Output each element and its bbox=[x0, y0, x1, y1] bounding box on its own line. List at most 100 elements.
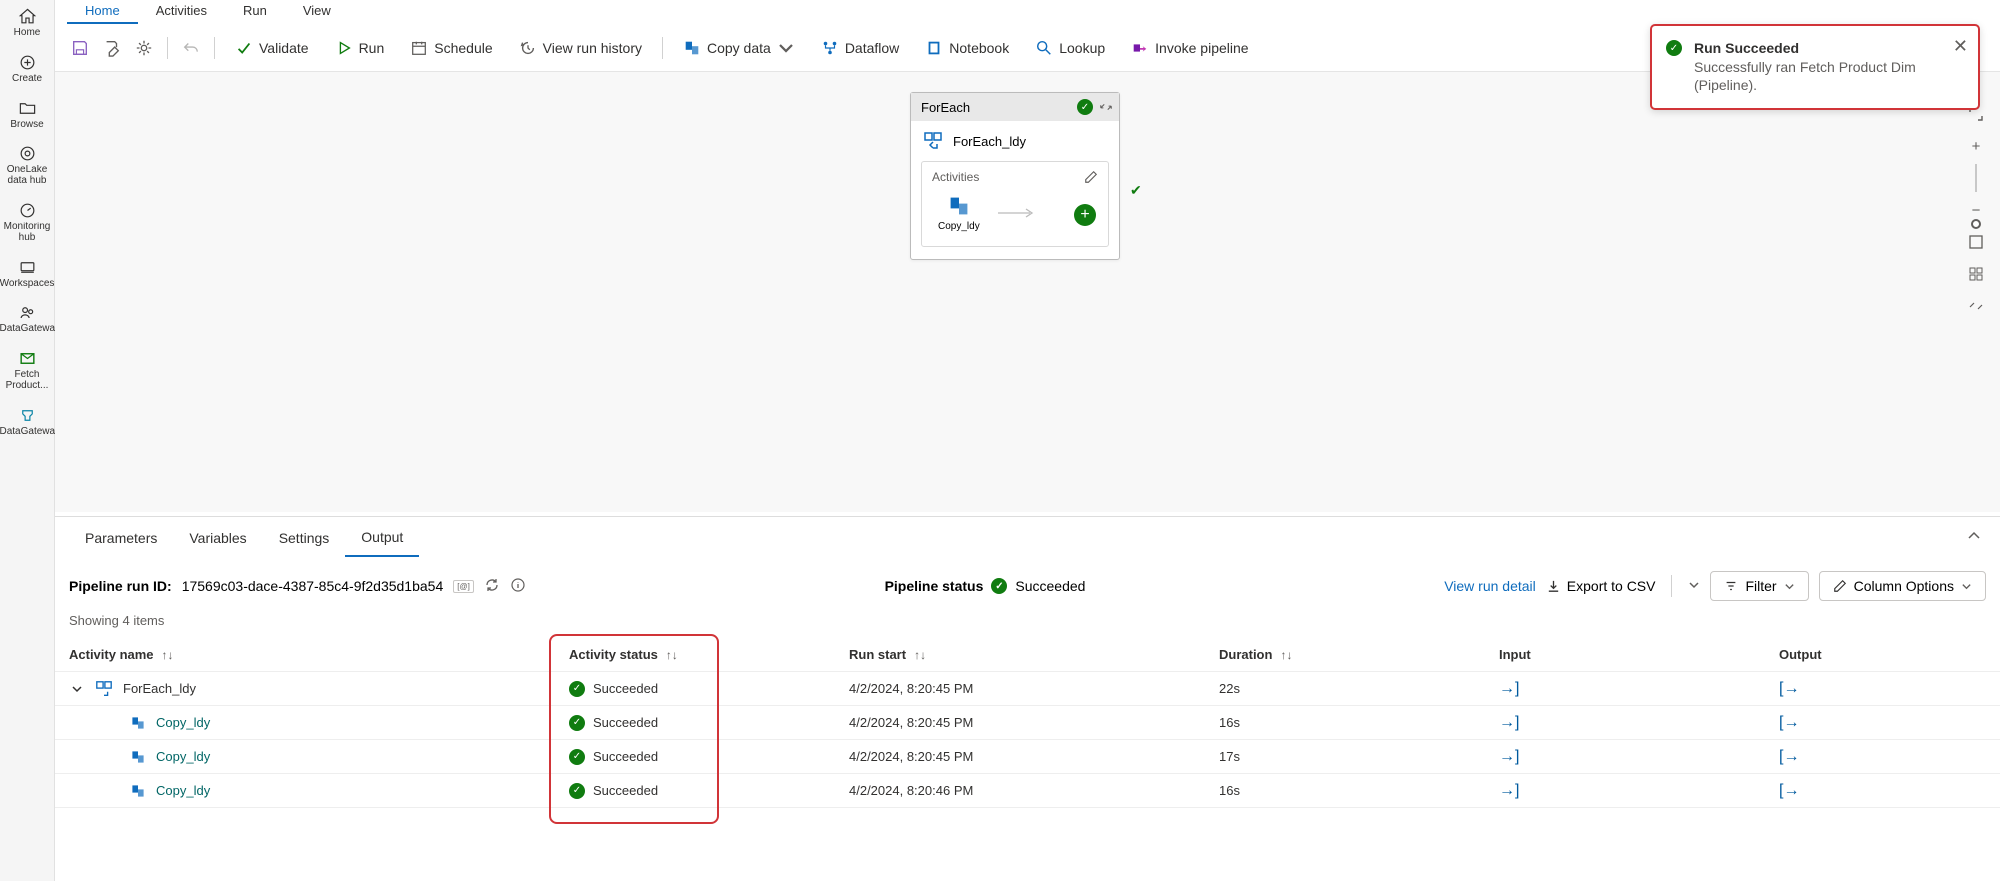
cell-input[interactable]: →] bbox=[1499, 680, 1779, 698]
input-arrow-icon: →] bbox=[1499, 782, 1519, 799]
nav-lakehouse-item[interactable]: DataGatewayLH bbox=[0, 399, 54, 445]
copy-id-button[interactable]: [@] bbox=[453, 580, 474, 593]
cell-run-start: 4/2/2024, 8:20:45 PM bbox=[849, 749, 1219, 764]
info-button[interactable] bbox=[510, 577, 526, 596]
undo-button[interactable] bbox=[176, 33, 206, 63]
zoom-in-button[interactable]: + bbox=[1962, 132, 1990, 160]
col-duration[interactable]: Duration↑↓ bbox=[1219, 647, 1499, 662]
validate-button[interactable]: Validate bbox=[223, 33, 321, 63]
nav-pipeline-item[interactable]: Fetch Product... bbox=[0, 342, 54, 399]
activity-name-text[interactable]: Copy_ldy bbox=[156, 749, 210, 764]
table-row[interactable]: Copy_ldy✓Succeeded4/2/2024, 8:20:45 PM17… bbox=[55, 740, 2000, 774]
collapse-icon[interactable] bbox=[1099, 100, 1113, 114]
cell-activity-status: ✓Succeeded bbox=[569, 783, 849, 799]
fit-button[interactable] bbox=[1962, 228, 1990, 256]
sort-icon: ↑↓ bbox=[1280, 648, 1292, 662]
tab-home[interactable]: Home bbox=[67, 0, 138, 24]
nav-create[interactable]: Create bbox=[0, 46, 54, 92]
panel-tab-variables[interactable]: Variables bbox=[173, 520, 262, 556]
chevron-down-icon[interactable] bbox=[71, 683, 83, 695]
edit-icon[interactable] bbox=[1084, 170, 1098, 184]
copy-data-button[interactable]: Copy data bbox=[671, 33, 807, 63]
chevron-down-icon bbox=[777, 39, 795, 57]
toast-message: Successfully ran Fetch Product Dim (Pipe… bbox=[1694, 58, 1942, 94]
cell-input[interactable]: →] bbox=[1499, 782, 1779, 800]
notebook-button[interactable]: Notebook bbox=[913, 33, 1021, 63]
export-more-button[interactable] bbox=[1688, 578, 1700, 594]
nav-workspaces[interactable]: Workspaces bbox=[0, 251, 54, 297]
panel-tab-parameters[interactable]: Parameters bbox=[69, 520, 173, 556]
cell-output[interactable]: [→ bbox=[1779, 714, 2000, 732]
invoke-icon bbox=[1131, 39, 1149, 57]
add-activity-button[interactable]: + bbox=[1074, 204, 1096, 226]
panel-tab-settings[interactable]: Settings bbox=[263, 520, 346, 556]
collapse-icon bbox=[1968, 298, 1984, 314]
check-icon bbox=[235, 39, 253, 57]
output-panel: Parameters Variables Settings Output Pip… bbox=[55, 516, 2000, 881]
foreach-activity-node[interactable]: ForEach ✓ ForEach_ldy Activities Copy_ld… bbox=[910, 92, 1120, 260]
settings-button[interactable] bbox=[129, 33, 159, 63]
run-button[interactable]: Run bbox=[323, 33, 397, 63]
panel-tab-output[interactable]: Output bbox=[345, 519, 419, 557]
cell-output[interactable]: [→ bbox=[1779, 748, 2000, 766]
col-activity-name[interactable]: Activity name↑↓ bbox=[69, 647, 569, 662]
table-row[interactable]: Copy_ldy✓Succeeded4/2/2024, 8:20:45 PM16… bbox=[55, 706, 2000, 740]
cell-duration: 22s bbox=[1219, 681, 1499, 696]
saveas-icon bbox=[103, 39, 121, 57]
separator bbox=[167, 37, 168, 59]
col-run-start[interactable]: Run start↑↓ bbox=[849, 647, 1219, 662]
cell-input[interactable]: →] bbox=[1499, 748, 1779, 766]
view-history-button[interactable]: View run history bbox=[507, 33, 654, 63]
cell-activity-status: ✓Succeeded bbox=[569, 715, 849, 731]
tab-activities[interactable]: Activities bbox=[138, 0, 225, 24]
notebook-icon bbox=[925, 39, 943, 57]
col-activity-status[interactable]: Activity status↑↓ bbox=[569, 647, 849, 662]
refresh-button[interactable] bbox=[484, 577, 500, 596]
success-icon: ✓ bbox=[569, 681, 585, 697]
foreach-type-label: ForEach bbox=[921, 100, 970, 115]
schedule-button[interactable]: Schedule bbox=[398, 33, 504, 63]
output-arrow-icon: [→ bbox=[1779, 714, 1799, 731]
tab-view[interactable]: View bbox=[285, 0, 349, 24]
dataflow-icon bbox=[821, 39, 839, 57]
inner-copy-activity[interactable]: Copy_ldy bbox=[938, 194, 980, 232]
activity-name-text[interactable]: ForEach_ldy bbox=[123, 681, 196, 696]
dataflow-button[interactable]: Dataflow bbox=[809, 33, 911, 63]
activity-name-text[interactable]: Copy_ldy bbox=[156, 783, 210, 798]
minimap-icon bbox=[1968, 266, 1984, 282]
workspaces-icon bbox=[18, 258, 37, 277]
lookup-button[interactable]: Lookup bbox=[1023, 33, 1117, 63]
filter-icon bbox=[1724, 579, 1738, 593]
refresh-icon bbox=[484, 577, 500, 593]
invoke-pipeline-button[interactable]: Invoke pipeline bbox=[1119, 33, 1260, 63]
nav-workspace-item1[interactable]: DataGatewayTest bbox=[0, 296, 54, 342]
table-row[interactable]: ForEach_ldy✓Succeeded4/2/2024, 8:20:45 P… bbox=[55, 672, 2000, 706]
nav-home[interactable]: Home bbox=[0, 0, 54, 46]
minimap-button[interactable] bbox=[1962, 260, 1990, 288]
cell-output[interactable]: [→ bbox=[1779, 782, 2000, 800]
col-input[interactable]: Input bbox=[1499, 647, 1779, 662]
table-row[interactable]: Copy_ldy✓Succeeded4/2/2024, 8:20:46 PM16… bbox=[55, 774, 2000, 808]
pipeline-canvas[interactable]: ForEach ✓ ForEach_ldy Activities Copy_ld… bbox=[55, 72, 2000, 512]
col-output[interactable]: Output bbox=[1779, 647, 2000, 662]
success-icon: ✓ bbox=[569, 783, 585, 799]
panel-collapse-button[interactable] bbox=[1966, 528, 1982, 549]
tab-run[interactable]: Run bbox=[225, 0, 285, 24]
view-run-detail-link[interactable]: View run detail bbox=[1444, 578, 1536, 594]
filter-button[interactable]: Filter bbox=[1710, 571, 1808, 601]
save-button[interactable] bbox=[65, 33, 95, 63]
info-icon bbox=[510, 577, 526, 593]
export-csv-button[interactable]: Export to CSV bbox=[1567, 578, 1656, 594]
zoom-slider[interactable] bbox=[1962, 164, 1990, 192]
activity-name-text[interactable]: Copy_ldy bbox=[156, 715, 210, 730]
cell-output[interactable]: [→ bbox=[1779, 680, 2000, 698]
cell-run-start: 4/2/2024, 8:20:45 PM bbox=[849, 681, 1219, 696]
nav-browse[interactable]: Browse bbox=[0, 92, 54, 138]
column-options-button[interactable]: Column Options bbox=[1819, 571, 1986, 601]
nav-monitoring[interactable]: Monitoring hub bbox=[0, 194, 54, 251]
collapse-panel-button[interactable] bbox=[1962, 292, 1990, 320]
toast-close-button[interactable]: ✕ bbox=[1953, 36, 1968, 57]
cell-input[interactable]: →] bbox=[1499, 714, 1779, 732]
nav-onelake[interactable]: OneLake data hub bbox=[0, 137, 54, 194]
saveas-button[interactable] bbox=[97, 33, 127, 63]
